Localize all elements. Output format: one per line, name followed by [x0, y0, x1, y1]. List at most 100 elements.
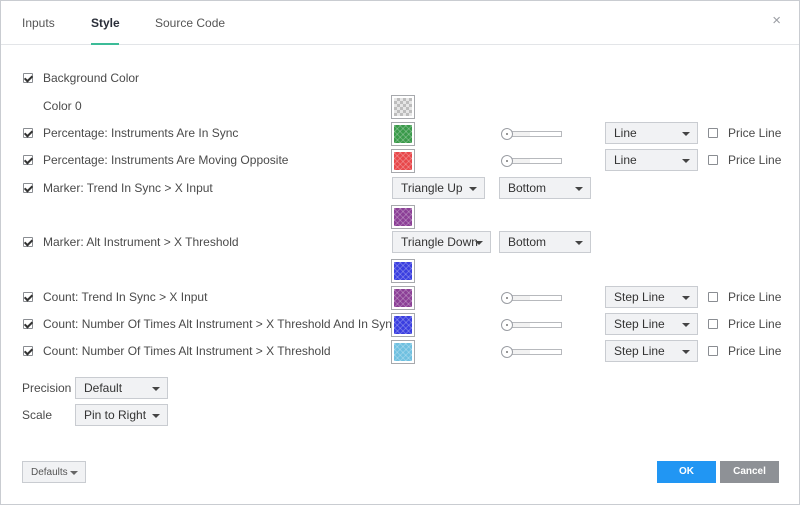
color-0-swatch[interactable]: [391, 95, 415, 119]
marker-sync-label: Marker: Trend In Sync > X Input: [43, 181, 213, 195]
pct-opposite-color-swatch[interactable]: [391, 149, 415, 173]
price-line-label: Price Line: [728, 153, 782, 167]
marker-sync-color-swatch[interactable]: [391, 205, 415, 229]
slider-knob[interactable]: [501, 346, 513, 358]
chevron-down-icon: [682, 323, 690, 327]
price-line-label: Price Line: [728, 344, 782, 358]
row-marker-sync-color: [1, 205, 799, 229]
tab-style[interactable]: Style: [91, 16, 120, 45]
row-background-color: Background Color: [1, 68, 799, 90]
pct-sync-label: Percentage: Instruments Are In Sync: [43, 126, 239, 140]
scale-value: Pin to Right: [84, 408, 147, 422]
location-value: Bottom: [508, 235, 547, 249]
count-times-sync-color-swatch[interactable]: [391, 313, 415, 337]
count-times-color-swatch[interactable]: [391, 340, 415, 364]
count-times-plot-style-select[interactable]: Step Line: [605, 340, 698, 362]
pct-sync-color-swatch[interactable]: [391, 122, 415, 146]
pct-sync-checkbox[interactable]: [23, 128, 33, 138]
count-sync-checkbox[interactable]: [23, 292, 33, 302]
row-marker-alt: Marker: Alt Instrument > X Threshold Tri…: [1, 231, 799, 254]
plot-style-value: Line: [614, 153, 637, 167]
count-times-transparency-slider[interactable]: [501, 346, 563, 358]
pct-opposite-checkbox[interactable]: [23, 155, 33, 165]
plot-style-value: Step Line: [614, 344, 665, 358]
precision-label: Precision: [22, 381, 72, 395]
chevron-down-icon: [575, 187, 583, 191]
marker-alt-location-select[interactable]: Bottom: [499, 231, 591, 253]
count-sync-color-swatch[interactable]: [391, 286, 415, 310]
shape-value: Triangle Down: [401, 235, 478, 249]
tab-source-code[interactable]: Source Code: [155, 16, 225, 45]
defaults-button[interactable]: Defaults: [22, 461, 86, 483]
scale-select[interactable]: Pin to Right: [75, 404, 168, 426]
count-times-sync-checkbox[interactable]: [23, 319, 33, 329]
slider-knob[interactable]: [501, 128, 513, 140]
shape-value: Triangle Up: [401, 181, 463, 195]
color-0-label: Color 0: [43, 99, 82, 113]
plot-style-value: Line: [614, 126, 637, 140]
pct-sync-price-line-checkbox[interactable]: [708, 128, 718, 138]
scale-label: Scale: [22, 408, 53, 422]
count-times-checkbox[interactable]: [23, 346, 33, 356]
marker-sync-checkbox[interactable]: [23, 183, 33, 193]
slider-knob[interactable]: [501, 292, 513, 304]
marker-alt-label: Marker: Alt Instrument > X Threshold: [43, 235, 239, 249]
defaults-label: Defaults: [31, 467, 68, 478]
chevron-down-icon: [469, 187, 477, 191]
row-pct-opposite: Percentage: Instruments Are Moving Oppos…: [1, 149, 799, 173]
chevron-down-icon: [475, 241, 483, 245]
count-sync-label: Count: Trend In Sync > X Input: [43, 290, 208, 304]
study-settings-dialog: Inputs Style Source Code × Background Co…: [0, 0, 800, 505]
tab-inputs[interactable]: Inputs: [22, 16, 55, 45]
row-marker-sync: Marker: Trend In Sync > X Input Triangle…: [1, 177, 799, 200]
pct-opposite-price-line-checkbox[interactable]: [708, 155, 718, 165]
chevron-down-icon: [70, 471, 78, 475]
pct-opposite-transparency-slider[interactable]: [501, 155, 563, 167]
count-times-sync-price-line-checkbox[interactable]: [708, 319, 718, 329]
pct-opposite-label: Percentage: Instruments Are Moving Oppos…: [43, 153, 289, 167]
price-line-label: Price Line: [728, 126, 782, 140]
marker-sync-shape-select[interactable]: Triangle Up: [392, 177, 485, 199]
count-times-sync-transparency-slider[interactable]: [501, 319, 563, 331]
tab-bar: Inputs Style Source Code ×: [1, 1, 799, 45]
pct-sync-transparency-slider[interactable]: [501, 128, 563, 140]
count-sync-price-line-checkbox[interactable]: [708, 292, 718, 302]
price-line-label: Price Line: [728, 317, 782, 331]
close-icon[interactable]: ×: [772, 12, 781, 29]
row-count-sync: Count: Trend In Sync > X Input Step Line…: [1, 286, 799, 310]
background-color-checkbox[interactable]: [23, 73, 33, 83]
row-marker-alt-color: [1, 259, 799, 283]
pct-opposite-plot-style-select[interactable]: Line: [605, 149, 698, 171]
marker-alt-shape-select[interactable]: Triangle Down: [392, 231, 491, 253]
count-times-label: Count: Number Of Times Alt Instrument > …: [43, 344, 331, 358]
row-pct-sync: Percentage: Instruments Are In Sync Line…: [1, 122, 799, 146]
chevron-down-icon: [152, 387, 160, 391]
chevron-down-icon: [682, 296, 690, 300]
chevron-down-icon: [682, 159, 690, 163]
ok-button[interactable]: OK: [657, 461, 716, 483]
price-line-label: Price Line: [728, 290, 782, 304]
marker-alt-checkbox[interactable]: [23, 237, 33, 247]
pct-sync-plot-style-select[interactable]: Line: [605, 122, 698, 144]
marker-sync-location-select[interactable]: Bottom: [499, 177, 591, 199]
slider-knob[interactable]: [501, 155, 513, 167]
precision-select[interactable]: Default: [75, 377, 168, 399]
chevron-down-icon: [152, 414, 160, 418]
background-color-label: Background Color: [43, 71, 140, 85]
location-value: Bottom: [508, 181, 547, 195]
marker-alt-color-swatch[interactable]: [391, 259, 415, 283]
slider-knob[interactable]: [501, 319, 513, 331]
plot-style-value: Step Line: [614, 290, 665, 304]
row-count-times-sync: Count: Number Of Times Alt Instrument > …: [1, 313, 799, 337]
count-times-sync-label: Count: Number Of Times Alt Instrument > …: [43, 317, 398, 331]
count-times-price-line-checkbox[interactable]: [708, 346, 718, 356]
plot-style-value: Step Line: [614, 317, 665, 331]
chevron-down-icon: [575, 241, 583, 245]
row-color-0: Color 0: [1, 95, 799, 119]
count-times-sync-plot-style-select[interactable]: Step Line: [605, 313, 698, 335]
cancel-button[interactable]: Cancel: [720, 461, 779, 483]
count-sync-transparency-slider[interactable]: [501, 292, 563, 304]
precision-value: Default: [84, 381, 123, 395]
count-sync-plot-style-select[interactable]: Step Line: [605, 286, 698, 308]
chevron-down-icon: [682, 132, 690, 136]
